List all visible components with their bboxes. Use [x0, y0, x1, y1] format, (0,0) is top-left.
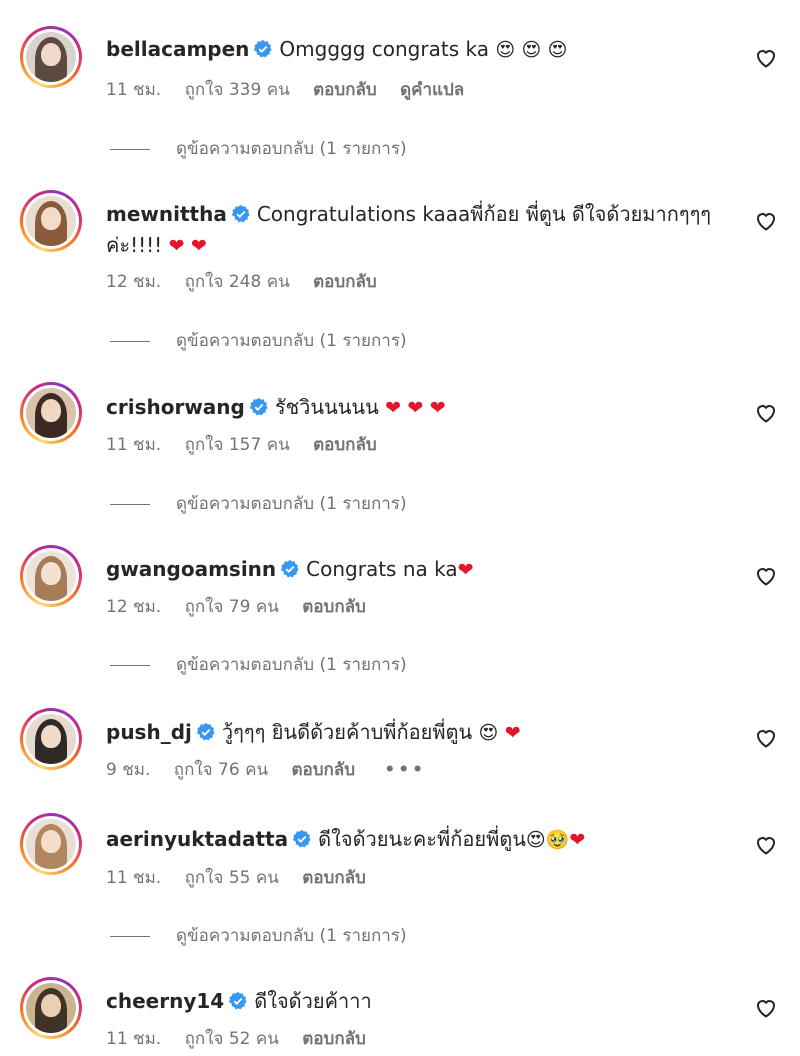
comment-time: 11 ชม. [106, 435, 162, 455]
comment-text: ดีใจด้วยนะคะพี่ก้อยพี่ตูน [318, 827, 526, 851]
heart-outline-icon[interactable] [754, 209, 778, 233]
comment-likes-count[interactable]: ถูกใจ 76 คน [174, 760, 268, 780]
view-replies-label: ดูข้อความตอบกลับ (1 รายการ) [176, 926, 407, 946]
comment-time: 12 ชม. [106, 597, 162, 617]
see-translation-button[interactable]: ดูคำแปล [400, 80, 464, 100]
heart-outline-icon[interactable] [754, 833, 778, 857]
view-replies-button[interactable]: ดูข้อความตอบกลับ (1 รายการ) [110, 491, 407, 517]
comment-time: 12 ชม. [106, 272, 162, 292]
comment-time: 9 ชม. [106, 760, 151, 780]
comments-feed: bellacampen Omgggg congrats ka 😍 😍 😍 11 ช… [0, 0, 800, 1056]
avatar-story-ring[interactable] [20, 708, 82, 770]
avatar-story-ring[interactable] [20, 977, 82, 1039]
comment-username[interactable]: gwangoamsinn [106, 557, 276, 581]
reply-button[interactable]: ตอบกลับ [313, 272, 377, 292]
emoji: ❤ [407, 397, 424, 419]
reply-button[interactable]: ตอบกลับ [302, 1029, 366, 1049]
view-replies-label: ดูข้อความตอบกลับ (1 รายการ) [176, 331, 407, 351]
reply-button[interactable]: ตอบกลับ [302, 868, 366, 888]
comment-username[interactable]: mewnittha [106, 202, 227, 226]
divider-dash [110, 935, 150, 937]
comment-username[interactable]: bellacampen [106, 37, 249, 61]
emoji: ❤ [569, 829, 586, 851]
verified-badge-icon [196, 722, 215, 741]
reply-button[interactable]: ตอบกลับ [291, 760, 355, 780]
comment-username[interactable]: push_dj [106, 720, 192, 744]
comment-username[interactable]: crishorwang [106, 395, 245, 419]
avatar [26, 714, 76, 764]
comment-likes-count[interactable]: ถูกใจ 52 คน [185, 1029, 279, 1049]
emoji: ❤ [168, 235, 185, 257]
avatar-story-ring[interactable] [20, 813, 82, 875]
verified-badge-icon [254, 39, 273, 58]
comment-time: 11 ชม. [106, 80, 162, 100]
avatar [26, 551, 76, 601]
avatar [26, 388, 76, 438]
verified-badge-icon [249, 397, 268, 416]
emoji: ❤ [504, 722, 521, 744]
comment-text: Congrats na ka [306, 557, 458, 581]
comment-likes-count[interactable]: ถูกใจ 248 คน [185, 272, 290, 292]
comment-username[interactable]: cheerny14 [106, 989, 224, 1013]
comment-text: รัชวินนนนน [274, 395, 379, 419]
verified-badge-icon [231, 204, 250, 223]
emoji: 😍 [478, 722, 499, 744]
reply-button[interactable]: ตอบกลับ [302, 597, 366, 617]
comment-text: Congratulations kaaaพี่ก้อย พี่ตูน ดีใจด… [256, 202, 712, 226]
emoji: ❤ [385, 397, 402, 419]
comment-text: Omgggg congrats ka [279, 37, 489, 61]
heart-outline-icon[interactable] [754, 401, 778, 425]
comment-username[interactable]: aerinyuktadatta [106, 827, 288, 851]
comment-time: 11 ชม. [106, 1029, 162, 1049]
avatar-story-ring[interactable] [20, 382, 82, 444]
avatar-story-ring[interactable] [20, 545, 82, 607]
view-replies-label: ดูข้อความตอบกลับ (1 รายการ) [176, 655, 407, 675]
heart-outline-icon[interactable] [754, 46, 778, 70]
divider-dash [110, 664, 150, 666]
divider-dash [110, 148, 150, 150]
view-replies-label: ดูข้อความตอบกลับ (1 รายการ) [176, 139, 407, 159]
avatar [26, 196, 76, 246]
view-replies-button[interactable]: ดูข้อความตอบกลับ (1 รายการ) [110, 136, 407, 162]
comment-time: 11 ชม. [106, 868, 162, 888]
heart-outline-icon[interactable] [754, 726, 778, 750]
verified-badge-icon [280, 559, 299, 578]
comment-likes-count[interactable]: ถูกใจ 55 คน [185, 868, 279, 888]
heart-outline-icon[interactable] [754, 996, 778, 1020]
heart-outline-icon[interactable] [754, 564, 778, 588]
comment-text-continued: ค่ะ!!!! [106, 233, 163, 257]
verified-badge-icon [292, 829, 311, 848]
emoji: 😍 [495, 39, 516, 61]
divider-dash [110, 503, 150, 505]
comment-text: วู้ๆๆๆ ยินดีด้วยค้าบพี่ก้อยพี่ตูน [221, 720, 473, 744]
view-replies-label: ดูข้อความตอบกลับ (1 รายการ) [176, 494, 407, 514]
comment-likes-count[interactable]: ถูกใจ 79 คน [185, 597, 279, 617]
more-options-button[interactable]: ••• [384, 760, 426, 780]
avatar [26, 819, 76, 869]
reply-button[interactable]: ตอบกลับ [313, 435, 377, 455]
comment-text: ดีใจด้วยค้าาา [254, 989, 372, 1013]
emoji: 😍 [547, 39, 568, 61]
emoji: ❤ [457, 559, 474, 581]
view-replies-button[interactable]: ดูข้อความตอบกลับ (1 รายการ) [110, 652, 407, 678]
reply-button[interactable]: ตอบกลับ [313, 80, 377, 100]
comment-likes-count[interactable]: ถูกใจ 339 คน [185, 80, 290, 100]
emoji: 😍 [521, 39, 542, 61]
verified-badge-icon [228, 991, 247, 1010]
emoji: 🥹 [545, 829, 570, 851]
emoji: 😍 [525, 829, 546, 851]
emoji: ❤ [190, 235, 207, 257]
comment-likes-count[interactable]: ถูกใจ 157 คน [185, 435, 290, 455]
view-replies-button[interactable]: ดูข้อความตอบกลับ (1 รายการ) [110, 923, 407, 949]
avatar [26, 32, 76, 82]
view-replies-button[interactable]: ดูข้อความตอบกลับ (1 รายการ) [110, 328, 407, 354]
emoji: ❤ [429, 397, 446, 419]
divider-dash [110, 340, 150, 342]
avatar [26, 983, 76, 1033]
avatar-story-ring[interactable] [20, 26, 82, 88]
avatar-story-ring[interactable] [20, 190, 82, 252]
